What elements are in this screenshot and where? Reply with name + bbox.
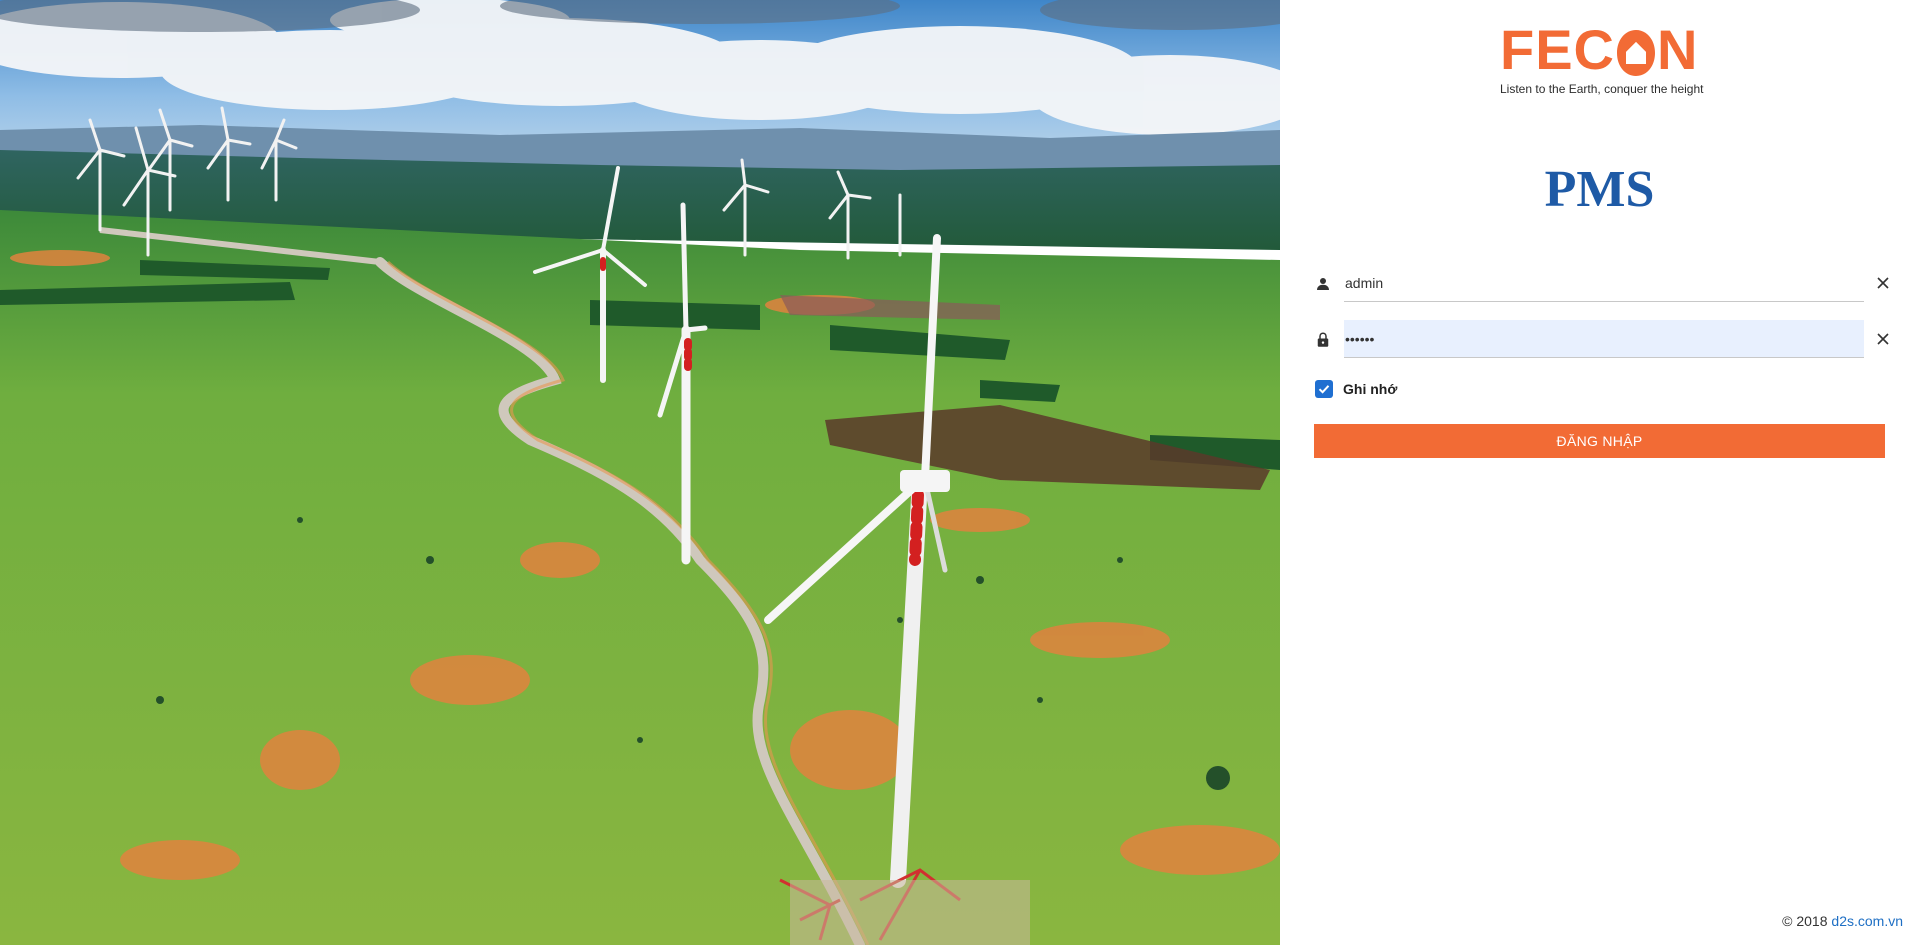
app-title: PMS [1544,161,1655,218]
logo-house-o-icon [1617,30,1655,76]
username-field-group [1314,264,1894,304]
remember-label[interactable]: Ghi nhớ [1343,381,1397,397]
hero-image-wind-farm [0,0,1280,945]
logo-text-left: FEC [1500,18,1615,81]
footer: © 2018 d2s.com.vn [1782,913,1903,929]
password-field-group [1314,320,1894,360]
user-icon [1317,278,1329,290]
password-input[interactable] [1344,320,1864,358]
close-icon [1877,277,1889,289]
copyright-text: © 2018 [1782,913,1832,929]
lock-icon [1317,332,1329,347]
logo-tagline: Listen to the Earth, conquer the height [1500,82,1704,96]
remember-me: Ghi nhớ [1315,380,1397,398]
login-page: FEC N Listen to the Earth, conquer the h… [0,0,1919,945]
login-panel: FEC N Listen to the Earth, conquer the h… [1280,0,1919,945]
close-icon [1877,333,1889,345]
fecon-logo: FEC N Listen to the Earth, conquer the h… [1500,22,1710,100]
footer-link[interactable]: d2s.com.vn [1831,913,1903,929]
logo-text-right: N [1657,18,1699,81]
username-input[interactable] [1344,264,1864,302]
logo-wordmark: FEC N [1500,22,1710,78]
wind-farm-illustration [0,0,1280,945]
username-clear-button[interactable] [1872,272,1894,294]
password-clear-button[interactable] [1872,328,1894,350]
login-button[interactable]: ĐĂNG NHẬP [1314,424,1885,458]
checkmark-icon [1318,385,1330,394]
remember-checkbox[interactable] [1315,380,1333,398]
